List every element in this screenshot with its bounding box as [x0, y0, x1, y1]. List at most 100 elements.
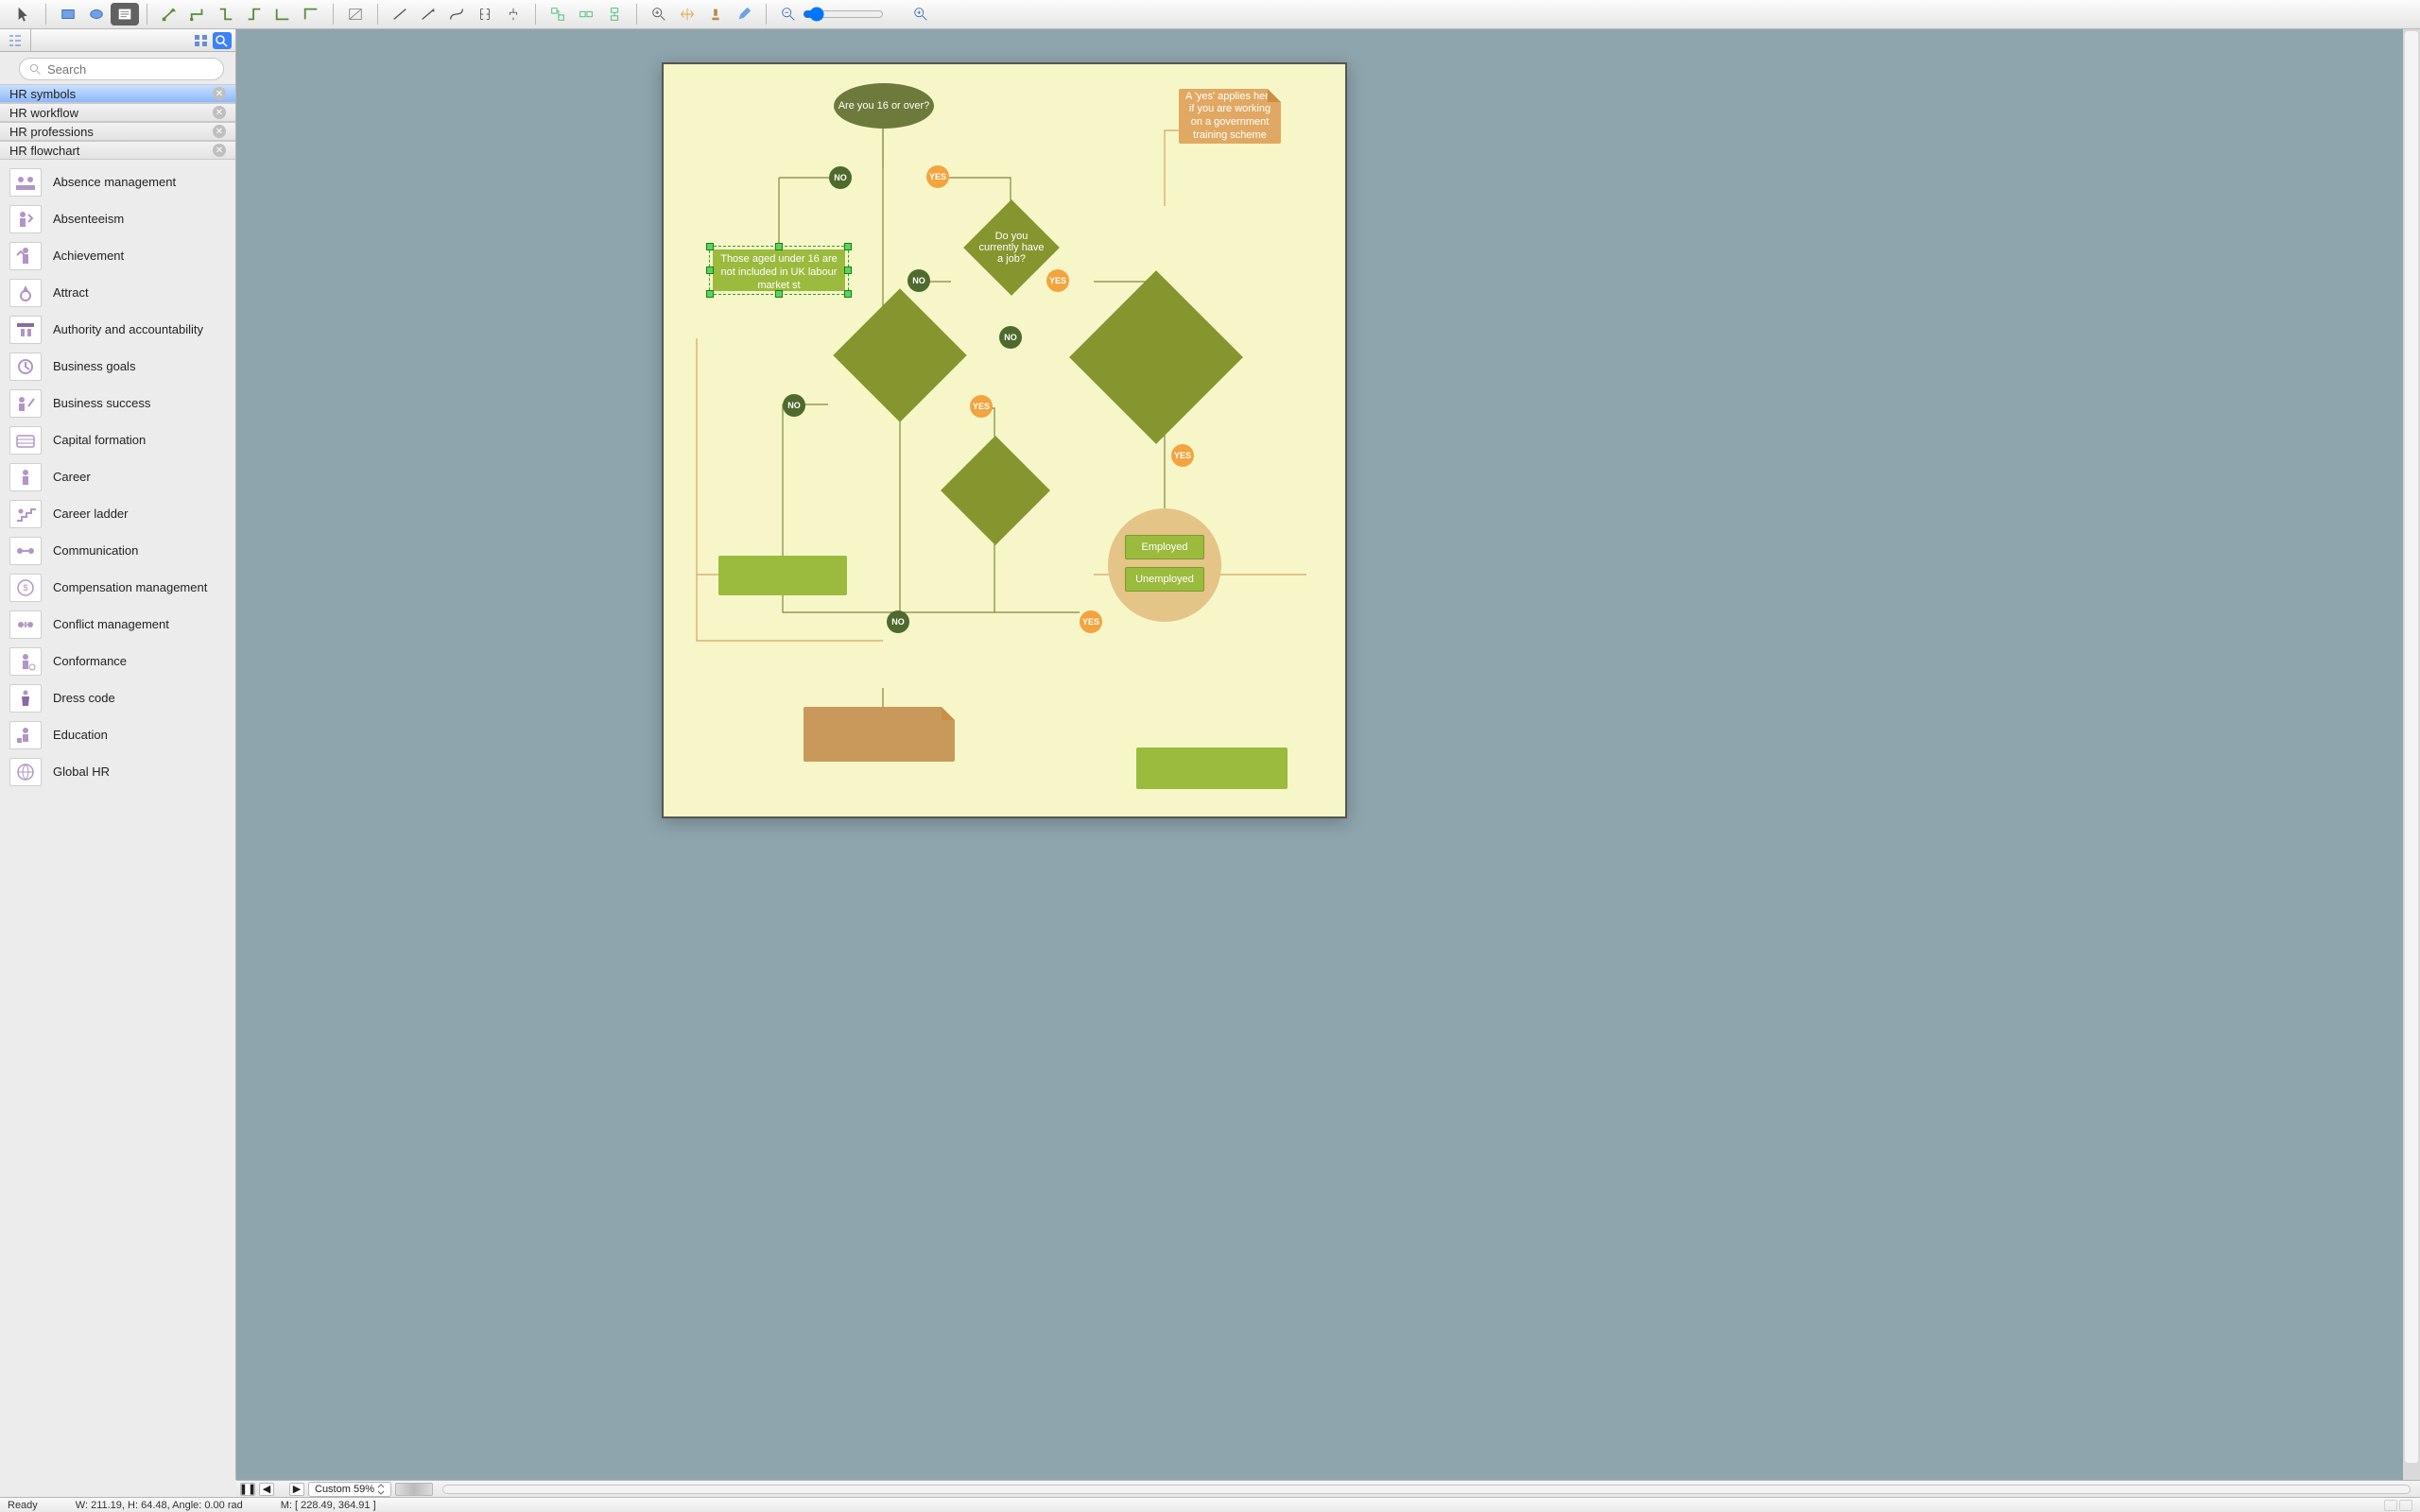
flow-diamond-right[interactable]: [1069, 270, 1243, 444]
right-panel-collapsed[interactable]: [2403, 29, 2420, 1480]
connector-5-button[interactable]: [268, 3, 297, 26]
library-item-icon: [9, 168, 42, 197]
flow-employed-label: Employed: [1142, 541, 1188, 553]
page-prev-button[interactable]: ◀: [259, 1483, 274, 1496]
library-header[interactable]: HR symbols ✕: [0, 84, 235, 103]
library-item[interactable]: Business success: [0, 385, 235, 421]
library-header[interactable]: HR flowchart ✕: [0, 141, 235, 160]
search-input[interactable]: [47, 62, 214, 77]
zoom-combo[interactable]: Custom 59%: [308, 1482, 391, 1497]
align-2-button[interactable]: [572, 3, 600, 26]
library-item[interactable]: Communication: [0, 532, 235, 569]
status-corner-1[interactable]: [2384, 1500, 2397, 1511]
close-icon[interactable]: ✕: [213, 106, 226, 119]
library-item[interactable]: Dress code: [0, 679, 235, 716]
zoom-out-slider-button[interactable]: [774, 3, 803, 26]
flow-diamond-mid[interactable]: [941, 436, 1050, 545]
zoom-slider[interactable]: [803, 7, 907, 22]
badge-yes-4[interactable]: YES: [1171, 444, 1194, 467]
library-item[interactable]: $ Compensation management: [0, 569, 235, 606]
close-icon[interactable]: ✕: [213, 125, 226, 138]
status-corner-2[interactable]: [2399, 1500, 2412, 1511]
flow-diamond-left[interactable]: [833, 288, 966, 421]
grid-view-icon[interactable]: [192, 32, 211, 49]
curve-1-button[interactable]: [442, 3, 471, 26]
library-item[interactable]: Career ladder: [0, 495, 235, 532]
canvas[interactable]: Are you 16 or over? A 'yes' applies here…: [236, 29, 2420, 1480]
badge-no-4[interactable]: NO: [783, 394, 805, 417]
library-item[interactable]: Capital formation: [0, 421, 235, 458]
connector-3-button[interactable]: [212, 3, 240, 26]
library-header-label: HR professions: [9, 125, 94, 139]
page-next-button[interactable]: ▶: [289, 1483, 304, 1496]
library-header[interactable]: HR professions ✕: [0, 122, 235, 141]
pan-button[interactable]: [673, 3, 701, 26]
library-item[interactable]: Absenteeism: [0, 200, 235, 237]
rect-shape-button[interactable]: [54, 3, 82, 26]
connector-2-button[interactable]: [183, 3, 212, 26]
badge-no-1[interactable]: NO: [829, 166, 852, 189]
library-item[interactable]: Global HR: [0, 753, 235, 790]
stamp-button[interactable]: [701, 3, 730, 26]
connector-6-button[interactable]: [297, 3, 325, 26]
ellipse-shape-button[interactable]: [82, 3, 111, 26]
zoom-label: Custom 59%: [315, 1484, 374, 1495]
status-bar: Ready W: 211.19, H: 64.48, Angle: 0.00 r…: [0, 1497, 2420, 1512]
pointer-tool-button[interactable]: [9, 3, 38, 26]
library-item[interactable]: Attract: [0, 274, 235, 311]
line-2-button[interactable]: [414, 3, 442, 26]
library-item[interactable]: Conflict management: [0, 606, 235, 643]
flow-employed[interactable]: Employed: [1125, 535, 1204, 559]
text-shape-button[interactable]: [111, 3, 139, 26]
close-icon[interactable]: ✕: [213, 87, 226, 100]
library-item-label: Achievement: [53, 249, 124, 263]
library-item[interactable]: Education: [0, 716, 235, 753]
library-item[interactable]: Absence management: [0, 163, 235, 200]
library-item-label: Capital formation: [53, 433, 146, 447]
library-tree-icon[interactable]: [6, 32, 25, 49]
badge-yes-1[interactable]: YES: [926, 165, 949, 188]
badge-yes-5[interactable]: YES: [1080, 610, 1102, 633]
library-item-icon: [9, 684, 42, 713]
flow-have-job[interactable]: Do you currently have a job?: [963, 199, 1060, 296]
flow-rect-green-2[interactable]: [1136, 747, 1288, 789]
library-item[interactable]: Business goals: [0, 348, 235, 385]
tree-h-button[interactable]: [471, 3, 499, 26]
flow-note-right[interactable]: A 'yes' applies here if you are working …: [1179, 89, 1281, 144]
vertical-scrollbar[interactable]: [2405, 31, 2418, 1463]
flow-under16[interactable]: Those aged under 16 are not included in …: [713, 249, 845, 291]
flow-rect-green-1[interactable]: [718, 556, 847, 595]
close-icon[interactable]: ✕: [213, 144, 226, 157]
connector-4-button[interactable]: [240, 3, 268, 26]
zoom-in-button[interactable]: [645, 3, 673, 26]
library-item[interactable]: Achievement: [0, 237, 235, 274]
flow-status-circle[interactable]: [1108, 508, 1221, 622]
tree-v-button[interactable]: [499, 3, 527, 26]
page[interactable]: Are you 16 or over? A 'yes' applies here…: [662, 62, 1347, 818]
chain-tool-button[interactable]: [341, 3, 370, 26]
search-tab-icon[interactable]: [213, 32, 232, 49]
horizontal-scrollbar[interactable]: [442, 1485, 2411, 1494]
library-item[interactable]: Conformance: [0, 643, 235, 679]
flow-start[interactable]: Are you 16 or over?: [834, 83, 934, 129]
align-1-button[interactable]: [544, 3, 572, 26]
line-1-button[interactable]: [386, 3, 414, 26]
flow-unemployed[interactable]: Unemployed: [1125, 567, 1204, 592]
edit-tool-button[interactable]: [730, 3, 758, 26]
pages-toggle-button[interactable]: ❚❚: [240, 1483, 255, 1496]
view-mode-segment[interactable]: [395, 1483, 433, 1496]
zoom-in-slider-button[interactable]: [907, 3, 935, 26]
badge-no-3[interactable]: NO: [999, 326, 1022, 349]
badge-yes-2[interactable]: YES: [1046, 269, 1069, 292]
badge-no-5[interactable]: NO: [887, 610, 909, 633]
flow-have-job-label: Do you currently have a job?: [977, 231, 1046, 265]
library-header[interactable]: HR workflow ✕: [0, 103, 235, 122]
badge-yes-3[interactable]: YES: [970, 395, 993, 418]
connector-1-button[interactable]: [155, 3, 183, 26]
badge-no-2[interactable]: NO: [908, 269, 930, 292]
align-3-button[interactable]: [600, 3, 629, 26]
flow-rect-tan[interactable]: [804, 707, 955, 762]
library-item[interactable]: Career: [0, 458, 235, 495]
library-header-label: HR workflow: [9, 106, 78, 120]
library-item[interactable]: Authority and accountability: [0, 311, 235, 348]
